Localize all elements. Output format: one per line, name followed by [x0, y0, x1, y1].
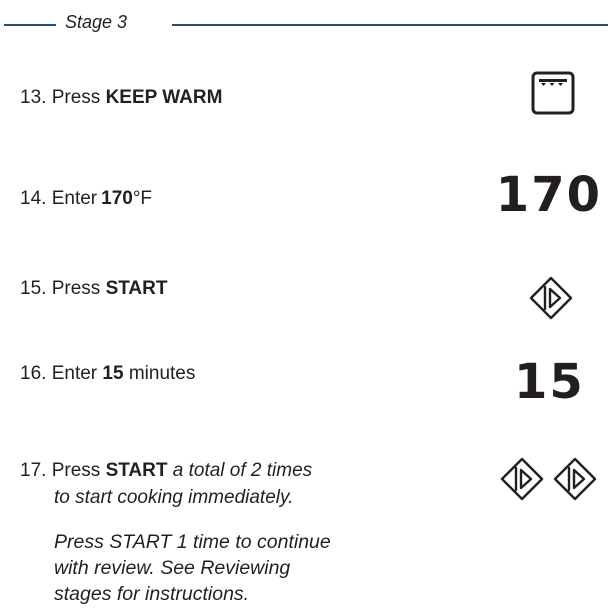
- start-diamond-icon: [553, 457, 597, 501]
- step-keyword: 15: [102, 363, 124, 384]
- temperature-display: 170: [495, 167, 602, 223]
- step-13: 13. Press KEEP WARM: [20, 84, 222, 111]
- step-keyword: KEEP WARM: [105, 87, 223, 108]
- step-number: 15.: [20, 278, 47, 299]
- step-verb: Press: [51, 460, 101, 481]
- note-line: Press START 1 time to continue: [54, 531, 331, 553]
- minutes-display: 15: [514, 354, 585, 410]
- step-number: 14.: [20, 188, 47, 209]
- step-verb: Enter: [51, 188, 98, 209]
- start-diamond-icon: [529, 276, 573, 320]
- note-line: stages for instructions.: [54, 583, 250, 605]
- step-15: 15. Press START: [20, 275, 167, 302]
- stage-rule-right: [172, 24, 608, 26]
- step-keyword: 170: [101, 188, 133, 209]
- step-16: 16. Enter 15 minutes: [20, 360, 195, 387]
- stage-title: Stage 3: [65, 12, 128, 32]
- step-14: 14. Enter 170°F: [20, 185, 152, 212]
- step-detail: a total of 2 times: [172, 460, 313, 481]
- note-line: with review. See Reviewing: [54, 557, 291, 579]
- step-17: 17. Press START a total of 2 times to st…: [20, 457, 312, 511]
- step-verb: Enter: [51, 363, 98, 384]
- stage-rule-left: [4, 24, 56, 26]
- stage-header: Stage 3: [0, 0, 608, 50]
- step-verb: Press: [51, 87, 101, 108]
- step-number: 13.: [20, 87, 47, 108]
- step-detail: to start cooking immediately.: [54, 487, 294, 508]
- oven-keep-warm-icon: [531, 71, 575, 115]
- step-number: 17.: [20, 460, 47, 481]
- step-unit: minutes: [128, 363, 196, 384]
- step-keyword: START: [105, 460, 168, 481]
- review-note: Press START 1 time to continue with revi…: [54, 529, 394, 607]
- step-keyword: START: [105, 278, 168, 299]
- start-diamond-icon: [500, 457, 544, 501]
- step-unit: °F: [132, 188, 153, 209]
- step-verb: Press: [51, 278, 101, 299]
- step-number: 16.: [20, 363, 47, 384]
